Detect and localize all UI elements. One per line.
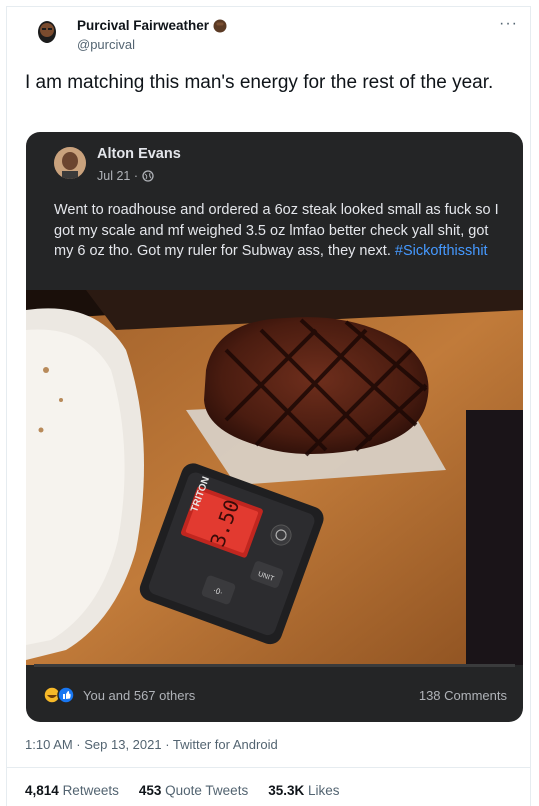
steak-on-scale-photo[interactable]: 3.50 TRITON UNIT ·0· [26, 290, 523, 665]
tweet-card: Purcival Fairweather @purcival ··· I am … [6, 6, 531, 806]
facebook-author-name[interactable]: Alton Evans [97, 146, 181, 162]
quote-tweets-stat[interactable]: 453 Quote Tweets [139, 783, 248, 798]
comments-count[interactable]: 138 Comments [419, 688, 507, 703]
likes-count: 35.3K [268, 783, 305, 798]
likes-label: Likes [308, 783, 340, 798]
likes-stat[interactable]: 35.3K Likes [268, 783, 339, 798]
author-avatar-image [31, 17, 63, 49]
globe-icon [142, 170, 154, 182]
hashtag-link[interactable]: #Sickofthisshit [395, 243, 488, 259]
author-name-text: Purcival Fairweather [77, 18, 210, 33]
more-options-icon[interactable]: ··· [499, 15, 518, 33]
facebook-avatar-image [54, 147, 86, 179]
reactions-row[interactable]: You and 567 others [43, 686, 195, 704]
stats-divider [7, 767, 530, 768]
retweets-label: Retweets [62, 783, 119, 798]
embedded-facebook-post[interactable]: Alton Evans Jul 21 · Went to roadhouse a… [26, 132, 523, 722]
author-name[interactable]: Purcival Fairweather [77, 18, 227, 33]
tweet-stats: 4,814 Retweets 453 Quote Tweets 35.3K Li… [25, 783, 340, 798]
tweet-text: I am matching this man's energy for the … [25, 72, 494, 93]
reactions-label: You and 567 others [83, 687, 196, 703]
tweet-timestamp[interactable]: 1:10 AM · Sep 13, 2021 · Twitter for And… [25, 737, 278, 752]
quote-tweets-label: Quote Tweets [165, 783, 249, 798]
quote-tweets-count: 453 [138, 783, 162, 798]
author-handle[interactable]: @purcival [77, 37, 135, 52]
facebook-avatar[interactable] [54, 147, 86, 179]
reaction-haha-like-icon [43, 686, 75, 704]
facebook-date-text: Jul 21 · [97, 169, 138, 183]
facebook-post-text: Went to roadhouse and ordered a 6oz stea… [54, 200, 509, 262]
facebook-post-date: Jul 21 · [97, 169, 154, 183]
fist-emoji-icon [213, 19, 227, 32]
retweets-count: 4,814 [25, 783, 59, 798]
author-avatar[interactable] [31, 17, 63, 49]
embed-divider [34, 664, 515, 667]
retweets-stat[interactable]: 4,814 Retweets [25, 783, 119, 798]
